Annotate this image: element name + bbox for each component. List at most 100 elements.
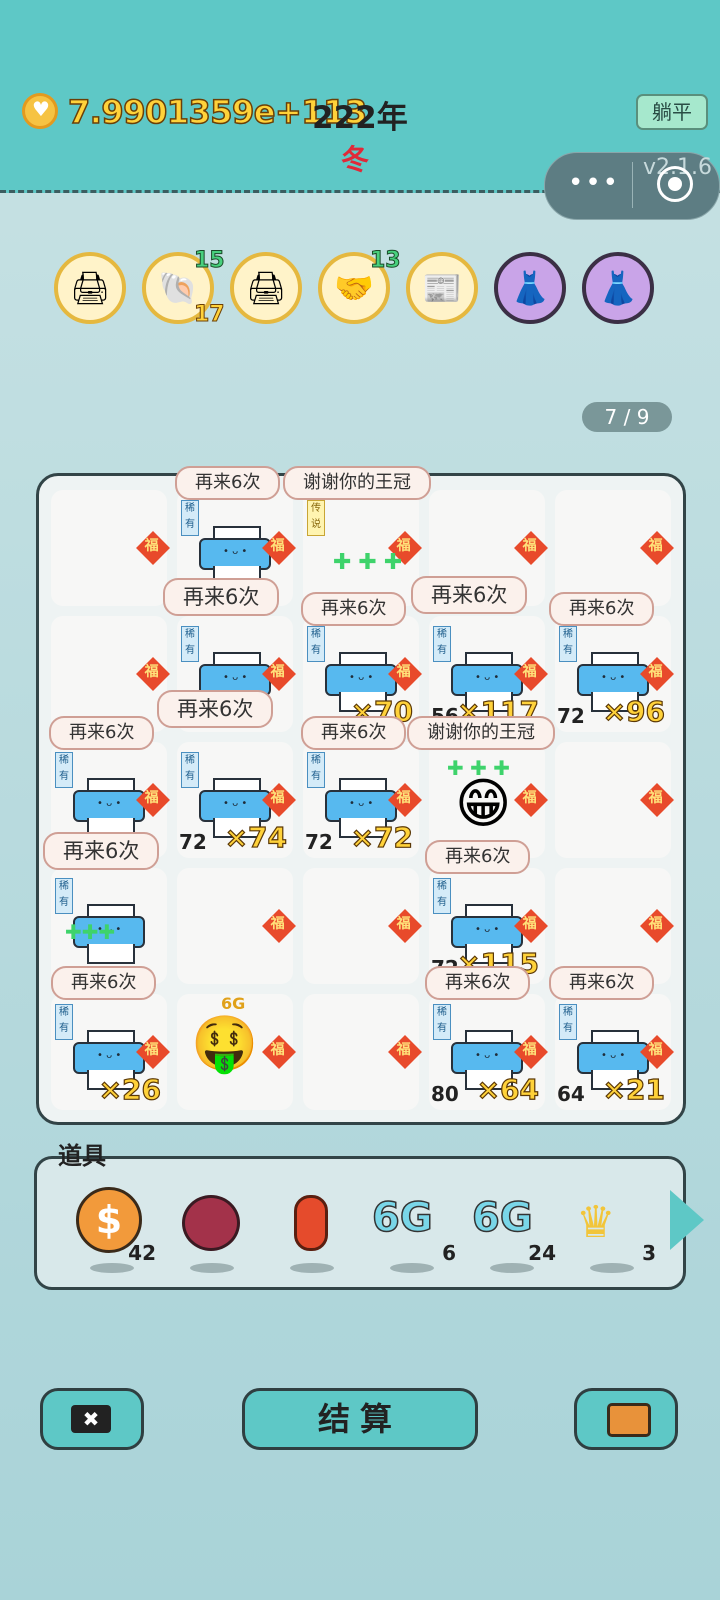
relic-skirt[interactable]: 👗 (494, 252, 566, 324)
prop-pepper[interactable] (272, 1185, 352, 1273)
prop-count: 3 (642, 1241, 656, 1265)
more-icon[interactable]: ••• (568, 168, 620, 198)
board-cell[interactable]: 福 (51, 616, 170, 732)
board-cell[interactable]: 福 (555, 490, 674, 606)
pepper-icon (294, 1195, 328, 1251)
board-cell[interactable]: 稀有 • ᴗ • 福 56 ×117 (429, 616, 548, 732)
rare-tag: 稀有 (181, 626, 199, 662)
base-value: 64 (557, 1082, 585, 1106)
again-bubble: 再来6次 (157, 690, 274, 728)
board-cell[interactable]: 6G 🤑 福 (177, 994, 296, 1110)
rare-tag: 稀有 (307, 626, 325, 662)
fu-badge: 福 (388, 1035, 422, 1069)
fu-badge: 福 (640, 909, 674, 943)
coin-face-icon: 🤑 (191, 1012, 259, 1075)
board-cell[interactable]: 福 (303, 994, 422, 1110)
relic-printer[interactable]: 🖨 (54, 252, 126, 324)
relic-printer-2[interactable]: 🖨 (230, 252, 302, 324)
rare-tag: 稀有 (433, 878, 451, 914)
season-label: 冬 (341, 143, 370, 176)
heart-coin-icon (22, 93, 58, 129)
multiplier: ×74 (224, 820, 288, 854)
briefcase-icon (607, 1403, 651, 1437)
rare-tag: 稀有 (307, 752, 325, 788)
close-miniprogram-icon[interactable] (657, 166, 693, 202)
fu-badge: 福 (514, 531, 548, 565)
handshake-icon: 🤝 (334, 269, 374, 307)
slot-board: 福 稀有 • ᴗ • 福 传说 福 ✚ ✚ ✚ 福 福 福 稀有 • ᴗ • 福… (36, 466, 686, 1125)
board-cell[interactable]: 福 (555, 742, 674, 858)
multiplier: ×72 (350, 820, 414, 854)
prop-count: 6 (442, 1241, 456, 1265)
skirt-icon: 👗 (598, 269, 638, 307)
relic-skirt-2[interactable]: 👗 (582, 252, 654, 324)
prop-lychee[interactable] (172, 1185, 252, 1273)
prop-count: 24 (528, 1241, 556, 1265)
board-cell[interactable]: 稀有 • ᴗ • 福 80 ×64 (429, 994, 548, 1110)
crown-icon: ♛ (576, 1197, 616, 1248)
rare-tag: 稀有 (55, 1004, 73, 1040)
exit-button[interactable]: ✖ (40, 1388, 144, 1450)
close-tag-icon: ✖ (71, 1405, 111, 1433)
sparkle-icon: ✚✚✚ (65, 920, 116, 944)
fu-badge: 福 (640, 531, 674, 565)
fu-badge: 福 (136, 657, 170, 691)
board-cell[interactable]: 稀有 • ᴗ • 福 72 ×72 (303, 742, 422, 858)
multiplier: ×26 (98, 1072, 162, 1106)
thanks-bubble: 谢谢你的王冠 (283, 466, 431, 500)
relic-shell-bottom-count: 17 (194, 302, 226, 328)
board-cell[interactable]: 稀有 • ᴗ • 福 ×70 (303, 616, 422, 732)
board-cell[interactable]: 稀有 • ᴗ • 福 72 ×74 (177, 742, 296, 858)
rare-tag: 稀有 (559, 626, 577, 662)
rare-tag: 稀有 (55, 878, 73, 914)
lychee-icon (182, 1195, 240, 1251)
relic-time-magazine[interactable]: 📰 (406, 252, 478, 324)
base-value: 72 (179, 830, 207, 854)
again-bubble: 再来6次 (301, 716, 407, 750)
fu-badge: 福 (640, 783, 674, 817)
sixg-icon: 6G (371, 1194, 433, 1242)
again-bubble: 再来6次 (549, 966, 655, 1000)
prop-coin[interactable]: $ 42 (72, 1185, 156, 1273)
relic-shell-top-count: 15 (194, 248, 226, 274)
fu-badge: 福 (388, 909, 422, 943)
again-bubble: 再来6次 (549, 592, 655, 626)
multiplier: ×21 (602, 1072, 666, 1106)
board-cell[interactable]: 稀有 • ᴗ • 福 64 ×21 (555, 994, 674, 1110)
base-value: 72 (557, 704, 585, 728)
prop-crown[interactable]: ♛ 3 (572, 1185, 656, 1273)
fu-badge: 福 (514, 783, 548, 817)
bag-button[interactable] (574, 1388, 678, 1450)
rare-tag: 稀有 (559, 1004, 577, 1040)
fu-badge: 福 (262, 1035, 296, 1069)
capsule-divider (632, 162, 633, 208)
board-cell[interactable]: 传说 福 ✚ ✚ ✚ (303, 490, 422, 606)
multiplier: ×64 (476, 1072, 540, 1106)
prop-6g-card-2[interactable]: 6G 24 (471, 1185, 556, 1273)
again-bubble: 再来6次 (49, 716, 155, 750)
relic-handshake-count: 13 (370, 248, 402, 274)
fu-badge: 福 (136, 531, 170, 565)
again-bubble: 再来6次 (175, 466, 281, 500)
printer-icon: 🖨 (245, 269, 287, 307)
prop-6g-card[interactable]: 6G 6 (371, 1185, 456, 1273)
thanks-bubble: 谢谢你的王冠 (407, 716, 555, 750)
props-next-arrow-icon[interactable] (670, 1190, 704, 1250)
settle-button[interactable]: 结算 (242, 1388, 478, 1450)
rare-tag: 稀有 (55, 752, 73, 788)
lie-flat-button[interactable]: 躺平 (636, 94, 708, 130)
sparkle-icon: ✚ ✚ ✚ (333, 550, 403, 575)
board-cell[interactable]: 福 (177, 868, 296, 984)
grinning-face-icon: 😁 (455, 772, 512, 835)
rare-tag: 稀有 (181, 752, 199, 788)
board-cell[interactable]: 福 (51, 490, 170, 606)
rare-tag: 稀有 (433, 1004, 451, 1040)
board-cell[interactable]: 稀有 • ᴗ • 福 72 ×96 (555, 616, 674, 732)
skirt-icon: 👗 (510, 269, 550, 307)
again-bubble: 再来6次 (301, 592, 407, 626)
printer-icon: • ᴗ • (73, 778, 145, 838)
board-cell[interactable]: 稀有 • ᴗ • 福 ×26 (51, 994, 170, 1110)
shell-icon: 🐚 (158, 269, 198, 307)
board-cell[interactable]: 福 (303, 868, 422, 984)
sparkle-icon: ✚ ✚ ✚ (447, 756, 510, 780)
